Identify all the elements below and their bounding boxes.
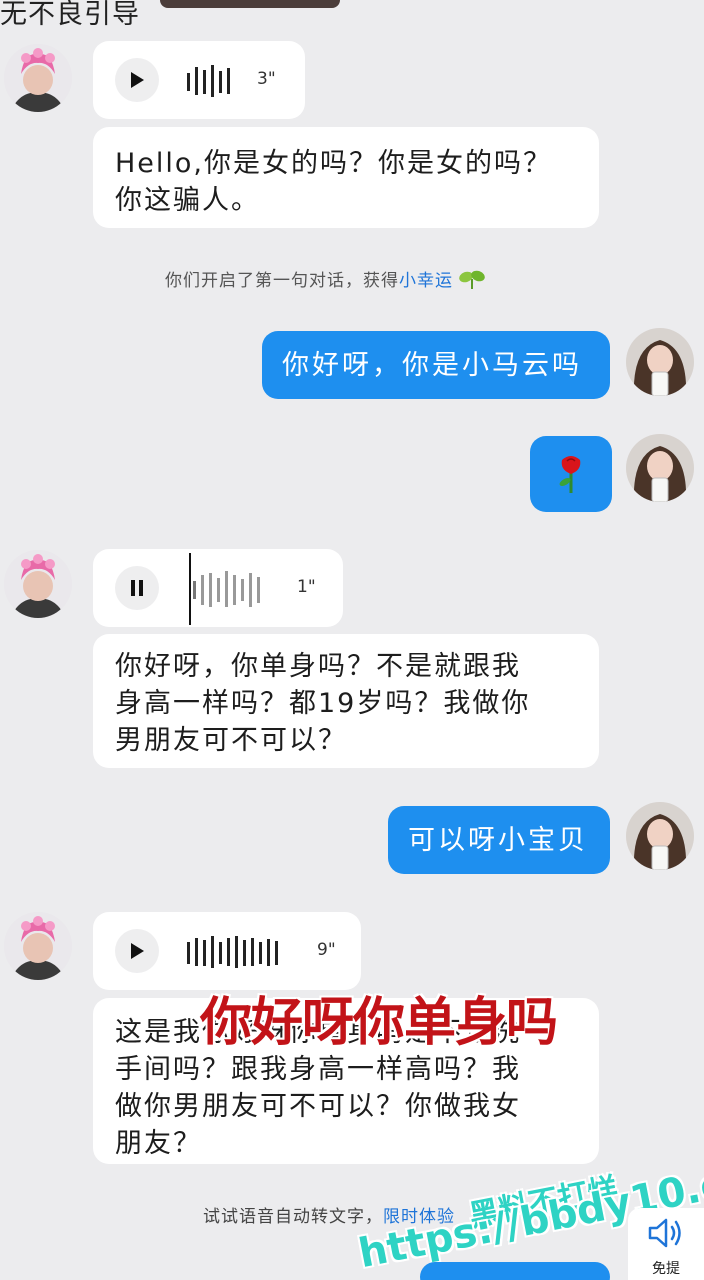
waveform-icon	[187, 936, 278, 968]
voice-duration: 1"	[297, 577, 316, 597]
sprout-icon	[459, 270, 486, 289]
top-caption: 无不良引导	[0, 0, 140, 30]
avatar-right-user[interactable]	[626, 328, 694, 396]
avatar-left-user[interactable]	[4, 44, 72, 112]
play-icon[interactable]	[115, 929, 159, 973]
message-text: Hello,你是女的吗？你是女的吗？ 你这骗人。	[115, 148, 553, 216]
voice-message-1[interactable]: 3"	[93, 41, 305, 119]
voice-message-3[interactable]: 9"	[93, 912, 361, 990]
hint-text: 试试语音自动转文字，	[203, 1207, 383, 1227]
avatar-left-user[interactable]	[4, 550, 72, 618]
avatar-left-user[interactable]	[4, 912, 72, 980]
speakerphone-label: 免提	[652, 1261, 680, 1277]
top-thumbnail	[160, 0, 340, 8]
message-bubble-partial[interactable]	[420, 1262, 610, 1280]
system-notice-text: 你们开启了第一句对话，获得	[165, 271, 399, 291]
video-caption-overlay: 你好呀你单身吗	[200, 993, 558, 1053]
voice-duration: 3"	[257, 69, 276, 89]
system-notice: 你们开启了第一句对话，获得小幸运	[165, 266, 486, 291]
message-bubble-3[interactable]	[530, 436, 612, 512]
avatar-right-user[interactable]	[626, 802, 694, 870]
message-text: 你好呀，你单身吗？不是就跟我 身高一样吗？都19岁吗？我做你 男朋友可不可以？	[115, 651, 531, 756]
message-text: 可以呀小宝贝	[408, 825, 588, 856]
voice-message-2[interactable]: 1"	[93, 549, 343, 627]
rose-icon	[559, 456, 581, 493]
message-bubble-2[interactable]: 你好呀，你是小马云吗	[262, 331, 610, 399]
play-icon[interactable]	[115, 58, 159, 102]
message-text: 你好呀，你是小马云吗	[282, 350, 582, 381]
avatar-right-user[interactable]	[626, 434, 694, 502]
speakerphone-button[interactable]: 免提	[628, 1208, 704, 1280]
waveform-icon	[189, 553, 260, 625]
message-bubble-5[interactable]: 可以呀小宝贝	[388, 806, 610, 874]
voice-duration: 9"	[317, 940, 336, 960]
message-bubble-1[interactable]: Hello,你是女的吗？你是女的吗？ 你这骗人。	[93, 127, 599, 228]
system-notice-highlight[interactable]: 小幸运	[399, 271, 453, 291]
pause-icon[interactable]	[115, 566, 159, 610]
waveform-icon	[187, 65, 230, 97]
speaker-icon	[648, 1218, 681, 1248]
message-bubble-4[interactable]: 你好呀，你单身吗？不是就跟我 身高一样吗？都19岁吗？我做你 男朋友可不可以？	[93, 634, 599, 768]
